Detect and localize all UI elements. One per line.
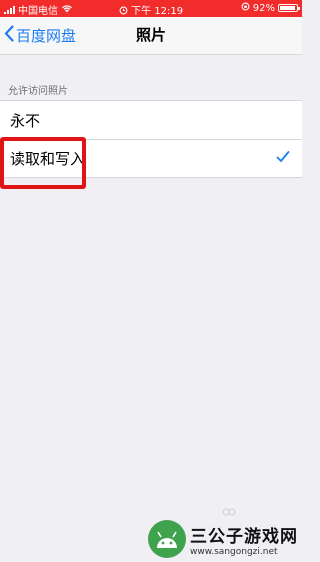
checkmark-icon bbox=[276, 150, 290, 168]
status-bar: 中国电信 下午 12:19 92% bbox=[0, 0, 302, 17]
lock-rotation-icon bbox=[241, 2, 250, 14]
loading-dots-icon bbox=[222, 508, 236, 516]
watermark: 三公子游戏网 www.sangongzi.net bbox=[148, 520, 298, 558]
battery-icon bbox=[278, 4, 300, 12]
android-icon bbox=[148, 520, 186, 558]
red-highlight-annotation bbox=[0, 137, 86, 189]
watermark-title: 三公子游戏网 bbox=[190, 526, 298, 547]
alarm-icon bbox=[119, 6, 131, 17]
option-never[interactable]: 永不 bbox=[0, 101, 302, 139]
battery-percent: 92% bbox=[252, 2, 275, 14]
page-title: 照片 bbox=[135, 26, 166, 44]
clock-label: 下午 12:19 bbox=[131, 6, 184, 17]
option-label: 永不 bbox=[10, 111, 41, 130]
section-header: 允许访问照片 bbox=[8, 86, 68, 97]
watermark-text: 三公子游戏网 www.sangongzi.net bbox=[190, 522, 298, 557]
watermark-url: www.sangongzi.net bbox=[190, 546, 278, 557]
status-right: 92% bbox=[241, 2, 300, 14]
navigation-bar: 百度网盘 照片 bbox=[0, 17, 302, 55]
